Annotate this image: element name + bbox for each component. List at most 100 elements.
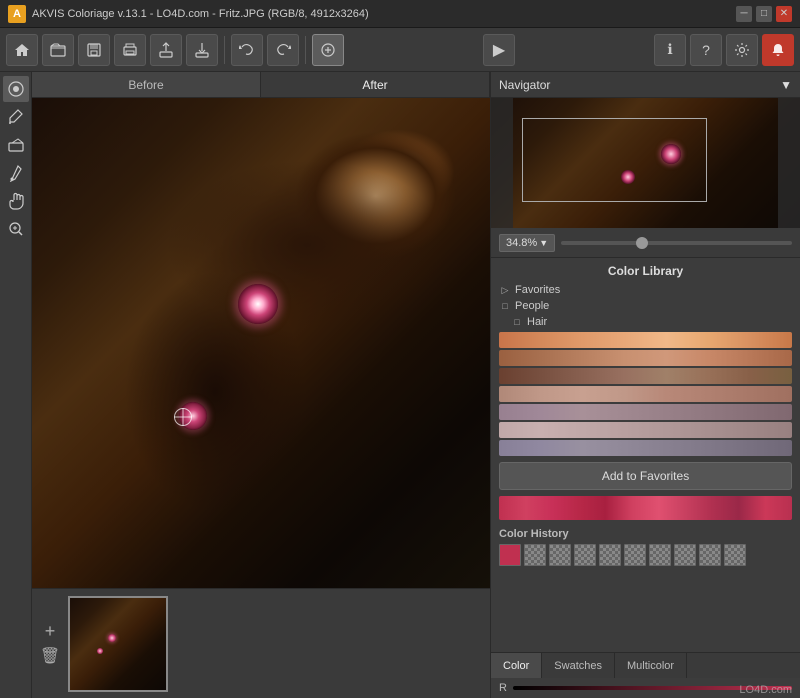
redo-button[interactable] [267,34,299,66]
colorize-tool[interactable] [3,76,29,102]
window-title: AKVIS Coloriage v.13.1 - LO4D.com - Frit… [32,8,732,20]
favorites-label: Favorites [515,284,560,296]
tab-swatches[interactable]: Swatches [542,653,615,678]
history-swatch-2[interactable] [524,544,546,566]
right-panel: Navigator ▼ 34.8% ▼ Color Library [490,72,800,698]
r-slider-area: R [491,678,800,698]
navigator-header: Navigator ▼ [491,72,800,98]
tree-item-hair[interactable]: □ Hair [503,314,800,330]
color-history-section: Color History [491,524,800,570]
brush-tool[interactable] [3,104,29,130]
download-button[interactable] [186,34,218,66]
hair-swatch-1[interactable] [499,332,792,348]
history-swatch-8[interactable] [674,544,696,566]
zoom-value-display: 34.8% ▼ [499,234,555,252]
hair-swatch-4[interactable] [499,386,792,402]
color-history-swatches [499,544,792,566]
expand-icon-people: □ [499,300,511,312]
undo-button[interactable] [231,34,263,66]
zoom-slider[interactable] [561,241,792,245]
expand-icon-favorites: ▷ [499,284,511,296]
main-toolbar: ▶ ℹ ? [0,28,800,72]
history-swatch-1[interactable] [499,544,521,566]
edit-mode-button[interactable] [312,34,344,66]
help-icon: ? [702,42,710,58]
add-to-favorites-button[interactable]: Add to Favorites [499,462,792,490]
play-button[interactable]: ▶ [483,34,515,66]
open-file-button[interactable] [42,34,74,66]
tree-item-people[interactable]: □ People [491,298,800,314]
home-button[interactable] [6,34,38,66]
play-icon: ▶ [493,40,505,60]
r-channel-slider-track [513,686,792,690]
tab-after[interactable]: After [261,72,490,97]
eye-left [238,284,278,324]
canvas-area: Before After + 🗑 [32,72,490,698]
eyedropper-tool[interactable] [3,160,29,186]
thumbnail-1[interactable] [68,596,168,692]
hair-swatch-6[interactable] [499,422,792,438]
eraser-tool[interactable] [3,132,29,158]
hair-swatch-3[interactable] [499,368,792,384]
minimize-button[interactable]: ─ [736,6,752,22]
add-image-button[interactable]: + [40,622,60,642]
history-swatch-5[interactable] [599,544,621,566]
bottom-tabs: Color Swatches Multicolor [491,652,800,678]
people-label: People [515,300,549,312]
color-library: Color Library ▷ Favorites □ People □ Hai… [491,258,800,652]
nav-strip-right [778,98,800,228]
cat-body [32,98,490,588]
hair-label: Hair [527,316,547,328]
film-controls: + 🗑 [40,622,60,666]
thumb-eye-1 [108,634,116,642]
history-swatch-4[interactable] [574,544,596,566]
expand-icon-hair: □ [511,316,523,328]
tab-before[interactable]: Before [32,72,261,97]
active-color-gradient-bar[interactable] [499,496,792,520]
thumb-eye-2 [97,648,103,654]
history-swatch-10[interactable] [724,544,746,566]
info-button[interactable]: ℹ [654,34,686,66]
zoom-tool[interactable] [3,216,29,242]
canvas-view[interactable] [32,98,490,588]
upload-button[interactable] [150,34,182,66]
toolbar-separator-1 [224,36,225,64]
tree-item-favorites[interactable]: ▷ Favorites [491,282,800,298]
navigator-title: Navigator [499,78,550,92]
thumbnail-image-1 [70,598,166,690]
nav-strip-left [491,98,513,228]
tab-color[interactable]: Color [491,653,542,678]
hand-tool[interactable] [3,188,29,214]
zoom-dropdown-icon[interactable]: ▼ [539,238,548,248]
toolbar-separator-2 [305,36,306,64]
nav-image [491,98,800,228]
main-area: Before After + 🗑 [0,72,800,698]
delete-image-button[interactable]: 🗑 [40,646,60,666]
titlebar: A AKVIS Coloriage v.13.1 - LO4D.com - Fr… [0,0,800,28]
help-button[interactable]: ? [690,34,722,66]
settings-button[interactable] [726,34,758,66]
history-swatch-6[interactable] [624,544,646,566]
color-library-title: Color Library [491,258,800,282]
hair-swatch-7[interactable] [499,440,792,456]
hair-swatch-2[interactable] [499,350,792,366]
print-button[interactable] [114,34,146,66]
notification-button[interactable] [762,34,794,66]
history-swatch-3[interactable] [549,544,571,566]
hair-swatch-5[interactable] [499,404,792,420]
app-icon: A [8,5,26,23]
r-channel-label: R [499,682,507,694]
close-button[interactable]: ✕ [776,6,792,22]
history-swatch-7[interactable] [649,544,671,566]
save-button[interactable] [78,34,110,66]
nav-viewport[interactable] [522,118,707,203]
left-toolbar [0,72,32,698]
navigator-thumbnail [491,98,800,228]
color-history-label: Color History [499,528,792,540]
maximize-button[interactable]: □ [756,6,772,22]
tab-multicolor[interactable]: Multicolor [615,653,687,678]
navigator-dropdown-icon[interactable]: ▼ [780,78,792,92]
image-canvas [32,98,490,588]
history-swatch-9[interactable] [699,544,721,566]
canvas-tabs: Before After [32,72,490,98]
